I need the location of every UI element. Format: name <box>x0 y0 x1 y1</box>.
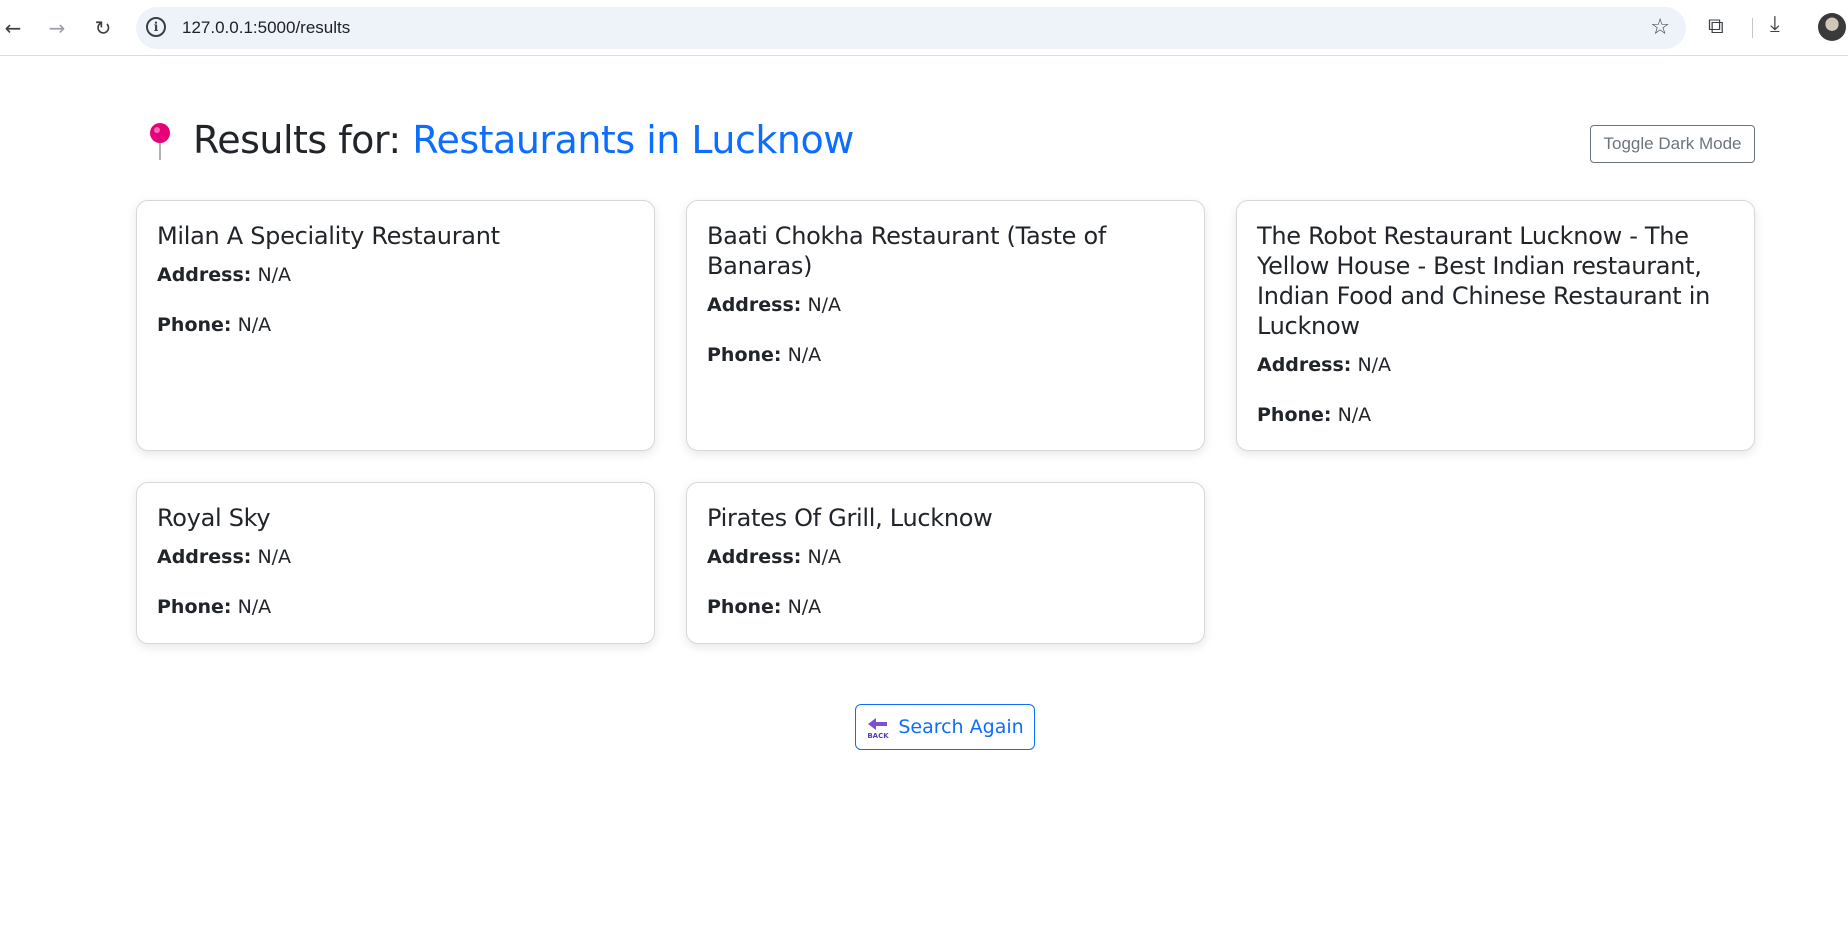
phone-label: Phone: <box>157 596 232 618</box>
title-prefix: Results for: <box>193 118 401 162</box>
info-icon[interactable]: i <box>146 17 166 37</box>
back-icon: BACK <box>868 718 890 739</box>
address-bar[interactable]: i 127.0.0.1:5000/results ☆ <box>136 7 1686 49</box>
result-card: Royal Sky Address: N/A Phone: N/A <box>136 482 655 644</box>
phone-label: Phone: <box>707 596 782 618</box>
results-header: Results for: Restaurants in Lucknow <box>136 118 1756 178</box>
address-label: Address: <box>1257 354 1352 376</box>
search-query: Restaurants in Lucknow <box>412 118 854 162</box>
toolbar-divider <box>1752 18 1753 38</box>
address-line: Address: N/A <box>157 261 634 289</box>
url-text[interactable]: 127.0.0.1:5000/results <box>182 18 350 38</box>
phone-value: N/A <box>237 596 272 618</box>
restaurant-name: Royal Sky <box>157 504 271 532</box>
phone-line: Phone: N/A <box>157 311 634 339</box>
address-label: Address: <box>157 546 252 568</box>
result-card: Baati Chokha Restaurant (Taste of Banara… <box>686 200 1205 451</box>
phone-value: N/A <box>1337 404 1372 426</box>
restaurant-name: Baati Chokha Restaurant (Taste of Banara… <box>707 222 1107 280</box>
back-arrow-icon[interactable]: ← <box>0 11 30 45</box>
phone-label: Phone: <box>707 344 782 366</box>
address-line: Address: N/A <box>1257 351 1734 379</box>
address-value: N/A <box>1357 354 1392 376</box>
svg-text:BACK: BACK <box>868 732 890 739</box>
phone-value: N/A <box>237 314 272 336</box>
restaurant-name: The Robot Restaurant Lucknow - The Yello… <box>1257 222 1711 340</box>
phone-value: N/A <box>787 344 822 366</box>
phone-label: Phone: <box>1257 404 1332 426</box>
phone-label: Phone: <box>157 314 232 336</box>
result-card: The Robot Restaurant Lucknow - The Yello… <box>1236 200 1755 451</box>
address-value: N/A <box>807 546 842 568</box>
phone-value: N/A <box>787 596 822 618</box>
address-value: N/A <box>257 264 292 286</box>
phone-line: Phone: N/A <box>707 341 1184 369</box>
phone-line: Phone: N/A <box>157 593 634 621</box>
forward-arrow-icon[interactable]: → <box>40 11 74 45</box>
phone-line: Phone: N/A <box>1257 401 1734 429</box>
restaurant-name: Pirates Of Grill, Lucknow <box>707 504 993 532</box>
search-again-button[interactable]: BACK Search Again <box>855 704 1035 750</box>
address-value: N/A <box>807 294 842 316</box>
address-label: Address: <box>707 294 802 316</box>
address-label: Address: <box>707 546 802 568</box>
profile-avatar[interactable] <box>1818 13 1846 41</box>
reload-icon[interactable]: ↻ <box>86 11 120 45</box>
address-line: Address: N/A <box>707 543 1184 571</box>
result-card: Pirates Of Grill, Lucknow Address: N/A P… <box>686 482 1205 644</box>
toggle-dark-mode-button[interactable]: Toggle Dark Mode <box>1590 125 1755 163</box>
address-value: N/A <box>257 546 292 568</box>
address-line: Address: N/A <box>707 291 1184 319</box>
result-card: Milan A Speciality Restaurant Address: N… <box>136 200 655 451</box>
page-title: Results for: Restaurants in Lucknow <box>193 118 854 162</box>
browser-toolbar: ← → ↻ i 127.0.0.1:5000/results ☆ ⧉ ⤓ <box>0 0 1848 56</box>
extensions-icon[interactable]: ⧉ <box>1708 14 1724 39</box>
download-icon[interactable]: ⤓ <box>1770 12 1780 37</box>
search-again-label: Search Again <box>898 716 1024 738</box>
phone-line: Phone: N/A <box>707 593 1184 621</box>
star-icon[interactable]: ☆ <box>1650 15 1670 40</box>
pushpin-icon <box>150 123 170 160</box>
address-line: Address: N/A <box>157 543 634 571</box>
address-label: Address: <box>157 264 252 286</box>
restaurant-name: Milan A Speciality Restaurant <box>157 222 500 250</box>
